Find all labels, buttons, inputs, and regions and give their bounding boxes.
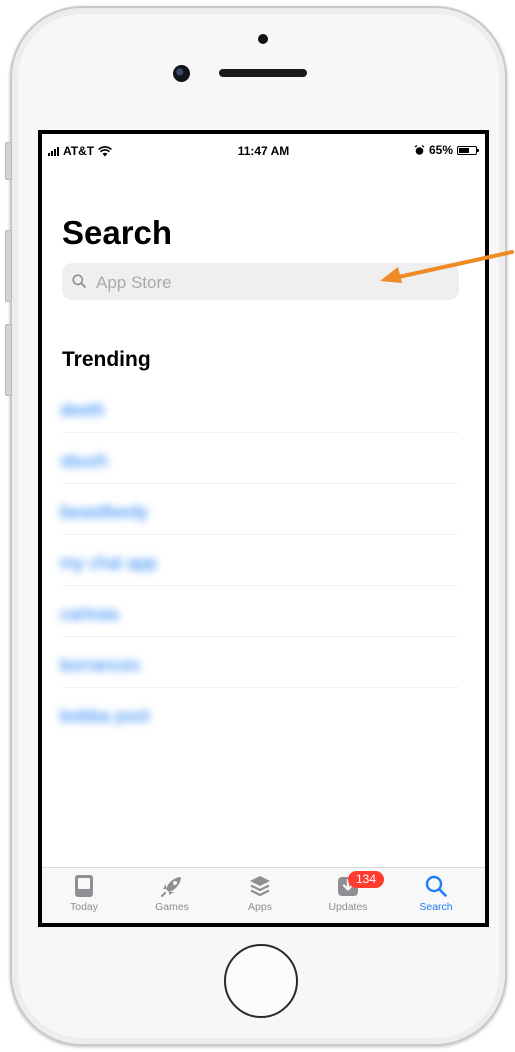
trending-item-label: bobba pool — [60, 706, 150, 726]
trending-item-label: cartoas — [60, 604, 120, 624]
tab-today[interactable]: Today — [50, 874, 118, 913]
tab-label: Games — [155, 901, 189, 913]
trending-item-label: borrances — [60, 655, 141, 675]
trending-item[interactable]: sbuxh — [42, 433, 485, 484]
trending-item-label: beastfeedy — [60, 502, 149, 522]
silent-switch — [5, 142, 12, 180]
volume-down-button — [5, 324, 12, 396]
tab-games[interactable]: Games — [138, 874, 206, 913]
trending-item-label: deeth — [60, 400, 106, 420]
page-title: Search — [62, 214, 173, 251]
rocket-icon — [161, 877, 181, 897]
trending-list: deeth sbuxh beastfeedy my chal app carto… — [42, 382, 485, 739]
alarm-icon — [414, 144, 425, 155]
tab-updates[interactable]: 134 Updates — [314, 871, 384, 913]
status-right: 65% — [414, 143, 479, 157]
trending-item-label: sbuxh — [60, 451, 109, 471]
home-button[interactable] — [224, 944, 298, 1018]
trending-item[interactable]: bobba pool — [42, 688, 485, 739]
tab-label: Search — [419, 901, 453, 913]
trending-item[interactable]: cartoas — [42, 586, 485, 637]
proximity-sensor — [258, 34, 268, 44]
status-bar: AT&T 11:47 AM 65% — [42, 134, 485, 168]
tab-label: Updates — [328, 901, 368, 913]
earpiece-speaker — [219, 69, 307, 77]
tab-search[interactable]: Search — [402, 874, 470, 913]
tab-apps[interactable]: Apps — [226, 874, 294, 913]
trending-item[interactable]: borrances — [42, 637, 485, 688]
updates-badge: 134 — [348, 871, 384, 888]
trending-title: Trending — [62, 348, 151, 371]
tab-label: Apps — [248, 901, 272, 913]
volume-up-button — [5, 230, 12, 302]
trending-item[interactable]: my chal app — [42, 535, 485, 586]
trending-item[interactable]: beastfeedy — [42, 484, 485, 535]
tab-bar: Today Games Apps 134 Updates Search — [42, 867, 485, 923]
magnifier-icon — [72, 274, 86, 288]
front-camera — [173, 65, 190, 82]
trending-item[interactable]: deeth — [42, 382, 485, 433]
layers-icon — [250, 876, 270, 897]
battery-percent: 65% — [428, 143, 453, 157]
trending-item-label: my chal app — [60, 553, 158, 573]
annotation-arrow-icon — [380, 250, 514, 283]
today-icon — [75, 875, 93, 897]
tab-label: Today — [69, 901, 99, 913]
search-icon — [425, 875, 447, 897]
battery-icon — [457, 145, 479, 155]
